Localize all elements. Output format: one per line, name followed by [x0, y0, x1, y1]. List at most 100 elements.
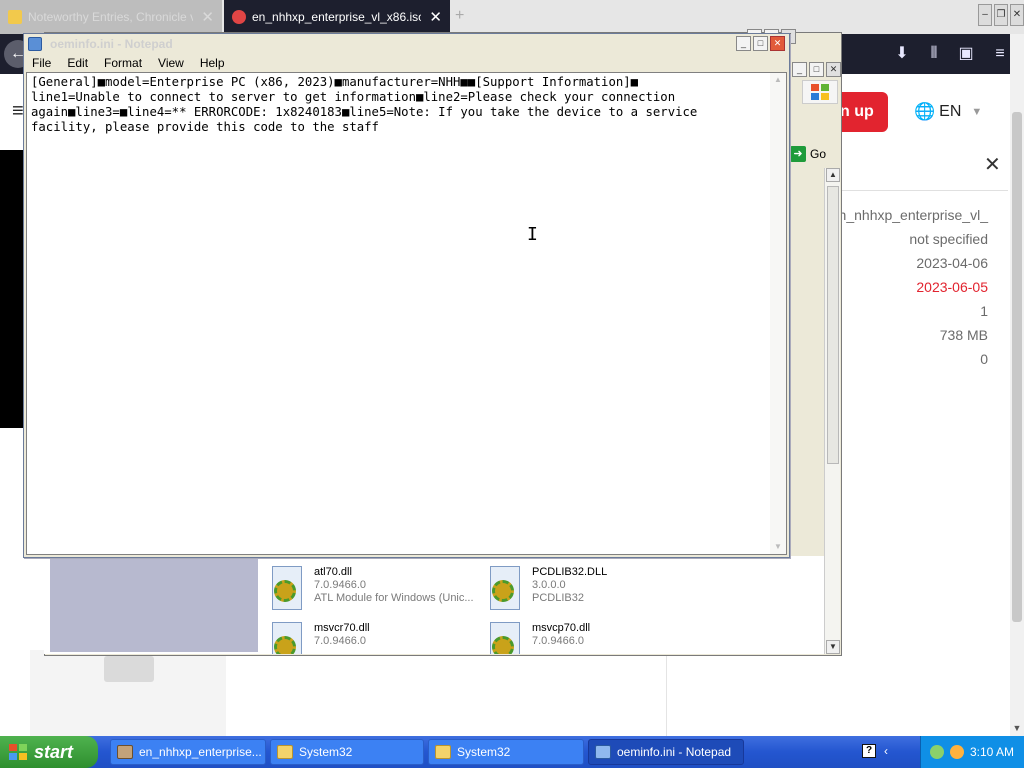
- file-name: atl70.dll: [314, 566, 352, 578]
- text-editor-area[interactable]: [General]■model=Enterprise PC (x86, 2023…: [26, 72, 787, 555]
- file-details: atl70.dll 7.0.9466.0 ATL Module for Wind…: [314, 566, 474, 612]
- detail-value: 0: [980, 351, 988, 367]
- system-tray: 3:10 AM: [920, 736, 1024, 768]
- detail-value: 1: [980, 303, 988, 319]
- file-item[interactable]: PCDLIB32.DLL 3.0.0.0 PCDLIB32: [486, 566, 607, 612]
- detail-filename: en_nhhxp_enterprise_vl_: [830, 207, 988, 223]
- file-details: msvcr70.dll 7.0.9466.0: [314, 622, 370, 654]
- menu-view[interactable]: View: [150, 56, 192, 70]
- chevron-left-icon[interactable]: ‹: [884, 744, 888, 758]
- document-text[interactable]: [General]■model=Enterprise PC (x86, 2023…: [31, 75, 769, 135]
- language-label: EN: [939, 103, 962, 120]
- taskbar-button-system32[interactable]: System32: [270, 739, 424, 765]
- notepad-titlebar[interactable]: oeminfo.ini - Notepad _ □ ✕: [24, 34, 789, 54]
- editor-scrollbar[interactable]: ▲ ▼: [770, 73, 786, 554]
- hamburger-menu-icon[interactable]: ≡: [12, 100, 24, 123]
- window-controls: _ □ ✕: [736, 36, 785, 51]
- clock[interactable]: 3:10 AM: [970, 745, 1014, 759]
- close-tab-icon[interactable]: ✕: [201, 8, 214, 26]
- task-label: System32: [299, 745, 353, 759]
- text-cursor-icon: I: [527, 224, 538, 245]
- close-icon[interactable]: ✕: [770, 36, 785, 51]
- browser-tab-bar: Noteworthy Entries, Chronicle video ✕ en…: [0, 0, 1024, 34]
- notepad-icon: [28, 37, 42, 51]
- new-tab-button[interactable]: +: [455, 7, 464, 25]
- go-arrow-icon: ➜: [790, 146, 806, 162]
- minimize-icon[interactable]: –: [978, 4, 992, 26]
- sidebar-icon[interactable]: ▣: [956, 44, 976, 64]
- dll-file-icon: [268, 566, 306, 612]
- explorer-task-pane: [50, 556, 258, 652]
- explorer-scrollbar[interactable]: ▲ ▼: [824, 168, 840, 654]
- browser-tab-active[interactable]: en_nhhxp_enterprise_vl_x86.iso | ✕: [224, 0, 450, 34]
- taskbar-button-system32[interactable]: System32: [428, 739, 584, 765]
- menu-icon[interactable]: ≡: [990, 44, 1010, 64]
- scroll-up-arrow-icon[interactable]: ▲: [770, 73, 786, 87]
- windows-logo-icon: [811, 84, 829, 100]
- sign-up-button[interactable]: n up: [836, 92, 888, 132]
- menu-bar: File Edit Format View Help: [24, 54, 789, 72]
- network-icon[interactable]: [929, 745, 944, 759]
- minimize-icon[interactable]: _: [736, 36, 751, 51]
- close-icon[interactable]: ✕: [1010, 4, 1024, 26]
- download-icon[interactable]: ⬇: [892, 44, 912, 64]
- scroll-up-arrow-icon[interactable]: ▲: [826, 168, 840, 182]
- file-item[interactable]: atl70.dll 7.0.9466.0 ATL Module for Wind…: [268, 566, 474, 612]
- scroll-down-arrow-icon[interactable]: ▼: [770, 540, 786, 554]
- browser-scrollbar[interactable]: ▼: [1010, 34, 1024, 736]
- browser-tab[interactable]: Noteworthy Entries, Chronicle video ✕: [0, 0, 222, 34]
- folder-icon: [277, 745, 293, 759]
- file-name: msvcp70.dll: [532, 622, 591, 634]
- task-label: oeminfo.ini - Notepad: [617, 745, 732, 759]
- start-button[interactable]: start: [0, 736, 98, 768]
- file-version: 7.0.9466.0: [314, 579, 366, 591]
- taskbar: start en_nhhxp_enterprise... System32 Sy…: [0, 736, 1024, 768]
- scrollbar-thumb[interactable]: [1012, 112, 1022, 622]
- restore-icon[interactable]: ❐: [994, 4, 1008, 26]
- file-name: msvcr70.dll: [314, 622, 370, 634]
- library-icon[interactable]: ⫴: [924, 44, 944, 64]
- detail-value: not specified: [909, 231, 988, 247]
- tab-title: Noteworthy Entries, Chronicle video: [28, 10, 194, 24]
- language-selector[interactable]: 🌐 EN ▼: [914, 102, 982, 122]
- help-icon[interactable]: ?: [862, 744, 876, 758]
- chevron-down-icon: ▼: [971, 106, 983, 118]
- explorer-window-controls: _ □ ✕: [792, 62, 841, 77]
- maximize-icon[interactable]: □: [753, 36, 768, 51]
- notepad-icon: [595, 745, 611, 759]
- close-tab-icon[interactable]: ✕: [429, 8, 442, 26]
- taskbar-button-notepad[interactable]: oeminfo.ini - Notepad: [588, 739, 744, 765]
- dll-file-icon: [268, 622, 306, 654]
- file-version: 3.0.0.0: [532, 579, 566, 591]
- search-icon[interactable]: [949, 745, 964, 759]
- file-details: msvcp70.dll 7.0.9466.0: [532, 622, 590, 654]
- taskbar-button-browser[interactable]: en_nhhxp_enterprise...: [110, 739, 266, 765]
- menu-help[interactable]: Help: [192, 56, 233, 70]
- scroll-down-arrow-icon[interactable]: ▼: [826, 640, 840, 654]
- go-label: Go: [810, 147, 827, 161]
- page-button[interactable]: [104, 656, 154, 682]
- dll-file-icon: [486, 566, 524, 612]
- file-item[interactable]: msvcp70.dll 7.0.9466.0: [486, 622, 590, 654]
- divider: [666, 650, 667, 736]
- divider: [840, 190, 1008, 191]
- close-details-icon[interactable]: ✕: [984, 152, 1001, 177]
- file-description: PCDLIB32: [532, 592, 584, 604]
- close-icon[interactable]: ✕: [826, 62, 841, 77]
- menu-edit[interactable]: Edit: [59, 56, 96, 70]
- go-button[interactable]: ➜ Go: [790, 146, 826, 162]
- folder-icon: [435, 745, 451, 759]
- file-details: PCDLIB32.DLL 3.0.0.0 PCDLIB32: [532, 566, 607, 612]
- page-favicon-icon: [232, 10, 246, 24]
- minimize-icon[interactable]: _: [792, 62, 807, 77]
- file-item[interactable]: msvcr70.dll 7.0.9466.0: [268, 622, 370, 654]
- file-name: PCDLIB32.DLL: [532, 566, 608, 578]
- maximize-icon[interactable]: □: [809, 62, 824, 77]
- tab-title: en_nhhxp_enterprise_vl_x86.iso |: [252, 10, 422, 24]
- scrollbar-thumb[interactable]: [827, 186, 839, 464]
- scroll-down-arrow-icon[interactable]: ▼: [1010, 720, 1024, 736]
- windows-logo-icon: [9, 744, 27, 760]
- detail-value: 2023-04-06: [916, 255, 988, 271]
- menu-format[interactable]: Format: [96, 56, 150, 70]
- menu-file[interactable]: File: [24, 56, 59, 70]
